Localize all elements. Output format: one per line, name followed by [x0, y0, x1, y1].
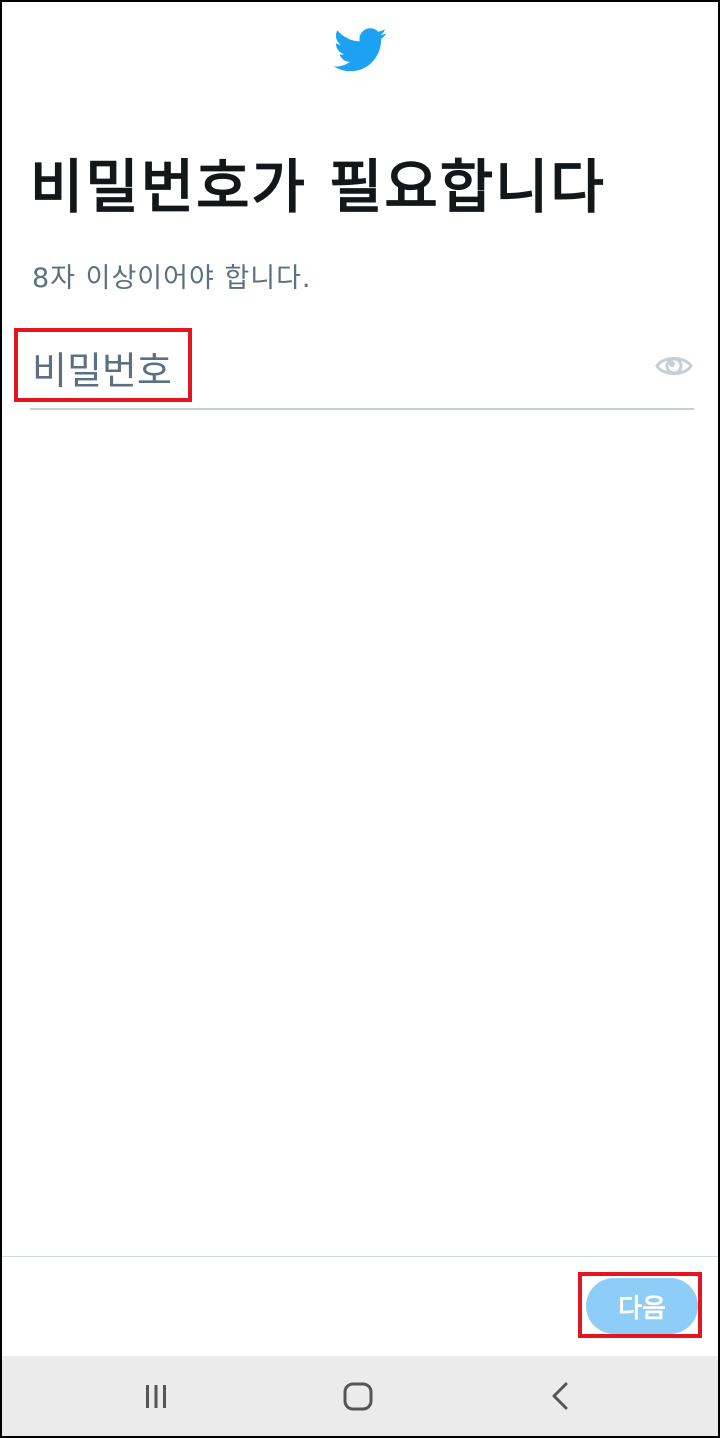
- password-field[interactable]: 비밀번호: [30, 332, 694, 410]
- home-button[interactable]: [318, 1370, 398, 1422]
- recent-apps-icon: [146, 1385, 166, 1408]
- page-subtitle: 8자 이상이어야 합니다.: [32, 263, 312, 294]
- screen: 비밀번호가 필요합니다 8자 이상이어야 합니다. 비밀번호 다음: [0, 0, 720, 1438]
- footer-divider: [2, 1256, 718, 1257]
- recent-apps-button[interactable]: [116, 1370, 196, 1422]
- back-icon: [552, 1382, 568, 1410]
- back-button[interactable]: [520, 1370, 600, 1422]
- eye-icon[interactable]: [654, 346, 694, 386]
- home-icon: [343, 1382, 373, 1411]
- system-navigation-bar: [2, 1356, 718, 1436]
- twitter-bird-icon: [334, 28, 387, 72]
- page-title: 비밀번호가 필요합니다: [30, 153, 606, 221]
- password-placeholder: 비밀번호: [32, 349, 172, 393]
- next-button[interactable]: 다음: [586, 1278, 698, 1334]
